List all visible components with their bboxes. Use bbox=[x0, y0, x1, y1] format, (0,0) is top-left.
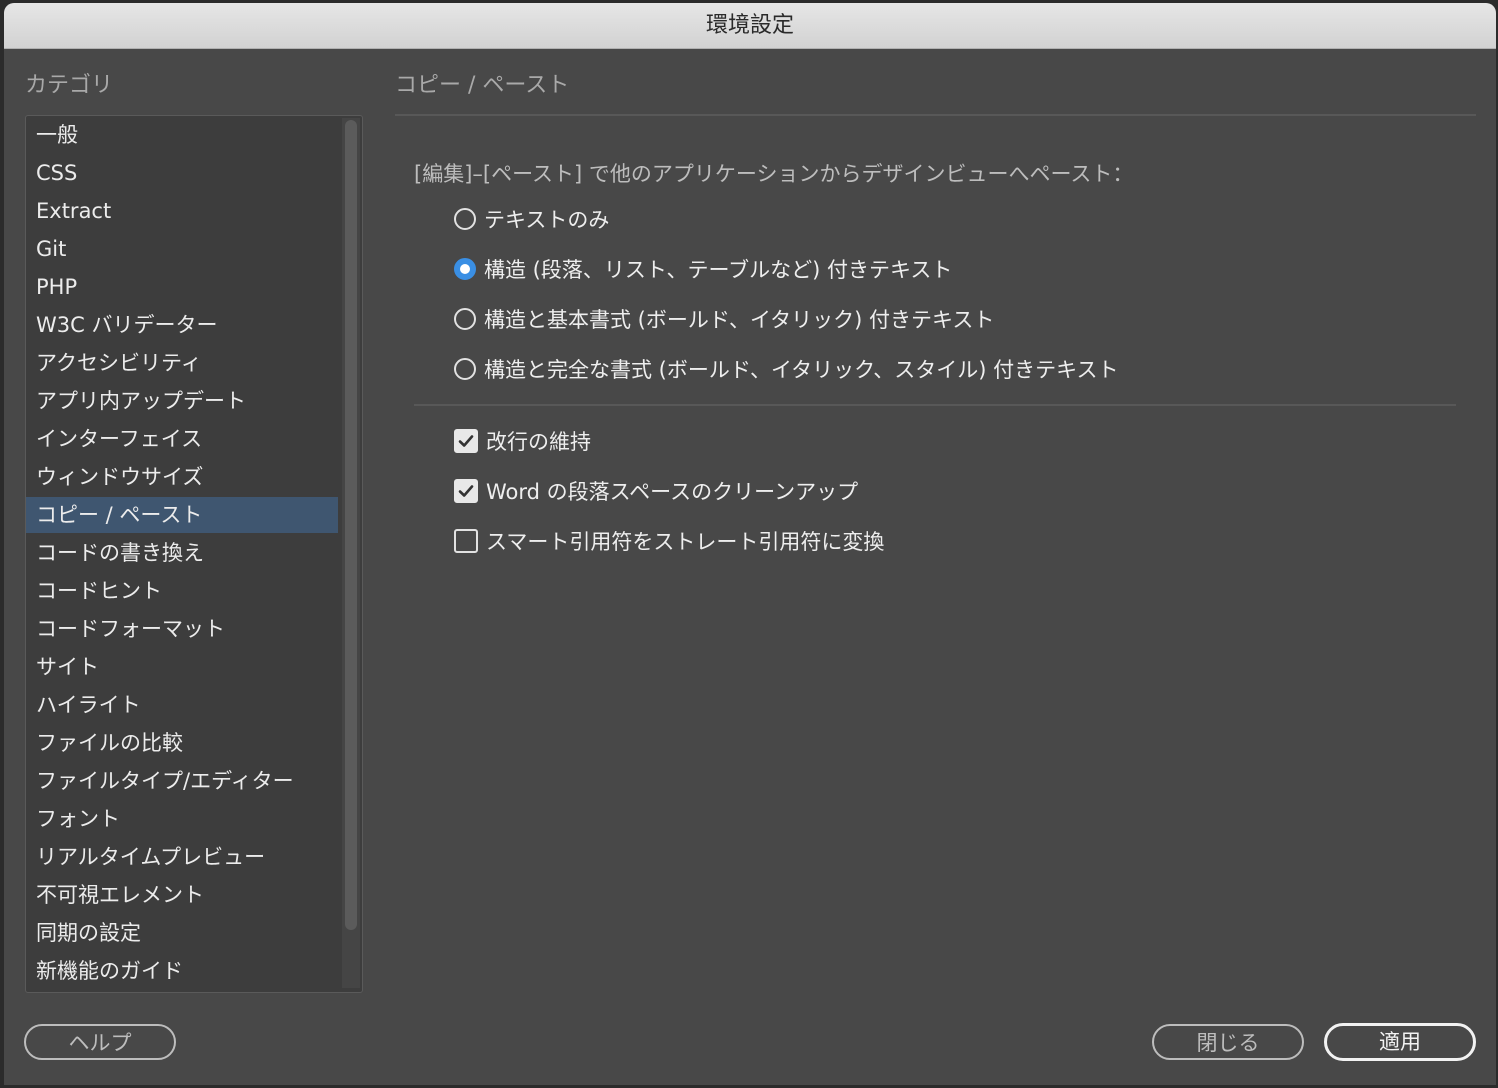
radio-button[interactable] bbox=[454, 358, 476, 380]
checkbox-word-paragraph-cleanup[interactable]: Word の段落スペースのクリーンアップ bbox=[454, 476, 858, 506]
sidebar-item-interface[interactable]: インターフェイス bbox=[26, 421, 338, 457]
sidebar-item-in-app-update[interactable]: アプリ内アップデート bbox=[26, 383, 338, 419]
paste-option-label: [編集]–[ペースト] で他のアプリケーションからデザインビューへペースト： bbox=[414, 162, 1134, 186]
checkmark-icon bbox=[458, 485, 474, 497]
sidebar-item-accessibility[interactable]: アクセシビリティ bbox=[26, 345, 338, 381]
checkbox-checked[interactable] bbox=[454, 479, 478, 503]
sidebar-item-php[interactable]: PHP bbox=[26, 269, 338, 305]
close-button[interactable]: 閉じる bbox=[1152, 1024, 1304, 1060]
checkbox-label: Word の段落スペースのクリーンアップ bbox=[486, 480, 859, 504]
sidebar-item-sync-settings[interactable]: 同期の設定 bbox=[26, 915, 338, 951]
category-list: 一般 CSS Extract Git PHP W3C バリデーター アクセシビリ… bbox=[25, 115, 363, 993]
radio-label: 構造と基本書式 (ボールド、イタリック) 付きテキスト bbox=[484, 308, 995, 332]
checkbox-label: 改行の維持 bbox=[486, 430, 591, 454]
radio-button[interactable] bbox=[454, 208, 476, 230]
scrollbar-thumb[interactable] bbox=[345, 120, 357, 930]
radio-label: テキストのみ bbox=[484, 208, 610, 232]
radio-structure-basic-format[interactable]: 構造と基本書式 (ボールド、イタリック) 付きテキスト bbox=[454, 304, 994, 334]
category-heading: カテゴリ bbox=[25, 73, 114, 98]
sidebar-item-code-rewriting[interactable]: コードの書き換え bbox=[26, 535, 338, 571]
sidebar-item-file-types-editors[interactable]: ファイルタイプ/エディター bbox=[26, 763, 338, 799]
sidebar-item-invisible-elements[interactable]: 不可視エレメント bbox=[26, 877, 338, 913]
checkbox-retain-line-breaks[interactable]: 改行の維持 bbox=[454, 426, 591, 456]
sidebar-item-new-feature-guide[interactable]: 新機能のガイド bbox=[26, 953, 338, 989]
help-button[interactable]: ヘルプ bbox=[24, 1024, 176, 1060]
options-divider bbox=[414, 404, 1456, 406]
radio-structure-full-format[interactable]: 構造と完全な書式 (ボールド、イタリック、スタイル) 付きテキスト bbox=[454, 354, 1119, 384]
radio-label: 構造 (段落、リスト、テーブルなど) 付きテキスト bbox=[484, 258, 953, 282]
panel-title: コピー / ペースト bbox=[395, 73, 570, 98]
preferences-window: 環境設定 カテゴリ コピー / ペースト 一般 CSS Extract Git … bbox=[4, 3, 1496, 1085]
sidebar-item-css[interactable]: CSS bbox=[26, 155, 338, 191]
radio-label: 構造と完全な書式 (ボールド、イタリック、スタイル) 付きテキスト bbox=[484, 358, 1119, 382]
radio-button-selected[interactable] bbox=[454, 258, 476, 280]
window-title: 環境設定 bbox=[4, 3, 1496, 49]
radio-text-with-structure[interactable]: 構造 (段落、リスト、テーブルなど) 付きテキスト bbox=[454, 254, 952, 284]
sidebar-item-fonts[interactable]: フォント bbox=[26, 801, 338, 837]
sidebar-item-site[interactable]: サイト bbox=[26, 649, 338, 685]
sidebar-item-git[interactable]: Git bbox=[26, 231, 338, 267]
apply-button[interactable]: 適用 bbox=[1324, 1023, 1476, 1061]
sidebar-item-highlight[interactable]: ハイライト bbox=[26, 687, 338, 723]
checkbox-smart-quotes[interactable]: スマート引用符をストレート引用符に変換 bbox=[454, 526, 884, 556]
sidebar-item-code-hints[interactable]: コードヒント bbox=[26, 573, 338, 609]
title-divider bbox=[395, 114, 1476, 116]
sidebar-item-general[interactable]: 一般 bbox=[26, 117, 338, 153]
checkmark-icon bbox=[458, 435, 474, 447]
category-scrollbar[interactable] bbox=[342, 118, 360, 988]
sidebar-item-file-compare[interactable]: ファイルの比較 bbox=[26, 725, 338, 761]
sidebar-item-window-size[interactable]: ウィンドウサイズ bbox=[26, 459, 338, 495]
sidebar-item-w3c-validator[interactable]: W3C バリデーター bbox=[26, 307, 338, 343]
radio-button[interactable] bbox=[454, 308, 476, 330]
sidebar-item-code-format[interactable]: コードフォーマット bbox=[26, 611, 338, 647]
checkbox-unchecked[interactable] bbox=[454, 529, 478, 553]
sidebar-item-copy-paste[interactable]: コピー / ペースト bbox=[26, 497, 338, 533]
sidebar-item-realtime-preview[interactable]: リアルタイムプレビュー bbox=[26, 839, 338, 875]
radio-text-only[interactable]: テキストのみ bbox=[454, 204, 609, 234]
sidebar-item-extract[interactable]: Extract bbox=[26, 193, 338, 229]
checkbox-label: スマート引用符をストレート引用符に変換 bbox=[486, 530, 885, 554]
checkbox-checked[interactable] bbox=[454, 429, 478, 453]
